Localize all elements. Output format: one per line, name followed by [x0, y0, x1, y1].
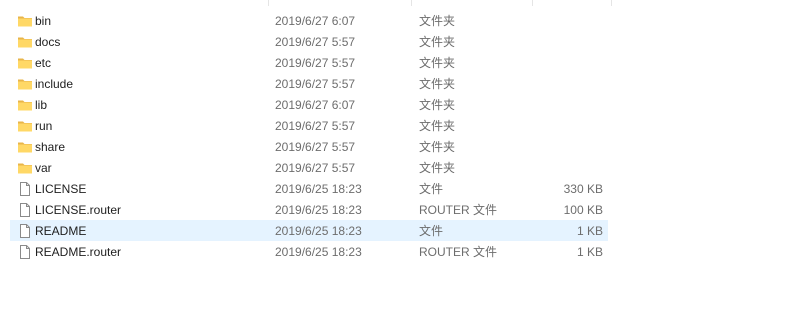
- file-name: LICENSE.router: [35, 203, 122, 217]
- file-modified-date: 2019/6/27 5:57: [275, 77, 356, 91]
- folder-icon: [17, 139, 33, 155]
- file-size: 1 KB: [576, 224, 603, 238]
- file-type: 文件: [419, 182, 444, 196]
- file-icon: [17, 244, 33, 260]
- file-name: etc: [35, 56, 52, 70]
- file-icon: [17, 181, 33, 197]
- file-size: 1 KB: [576, 245, 603, 259]
- file-size: 100 KB: [563, 203, 603, 217]
- folder-icon: [17, 118, 33, 134]
- file-modified-date: 2019/6/25 18:23: [275, 203, 362, 217]
- column-divider[interactable]: [411, 0, 412, 6]
- file-row-var[interactable]: var 2019/6/27 5:57 文件夹: [10, 157, 608, 178]
- file-name: include: [35, 77, 74, 91]
- file-type: 文件夹: [419, 35, 456, 49]
- file-row-license[interactable]: LICENSE 2019/6/25 18:23 文件 330 KB: [10, 178, 608, 199]
- file-name: share: [35, 140, 66, 154]
- file-size: 330 KB: [563, 182, 603, 196]
- file-icon: [17, 202, 33, 218]
- file-row-readme[interactable]: README 2019/6/25 18:23 文件 1 KB: [10, 220, 608, 241]
- file-name: var: [35, 161, 52, 175]
- file-row-etc[interactable]: etc 2019/6/27 5:57 文件夹: [10, 52, 608, 73]
- file-name: README.router: [35, 245, 122, 259]
- file-row-docs[interactable]: docs 2019/6/27 5:57 文件夹: [10, 31, 608, 52]
- file-modified-date: 2019/6/27 5:57: [275, 56, 356, 70]
- file-modified-date: 2019/6/25 18:23: [275, 224, 362, 238]
- file-name: LICENSE: [35, 182, 87, 196]
- file-type: 文件夹: [419, 140, 456, 154]
- file-row-license-router[interactable]: LICENSE.router 2019/6/25 18:23 ROUTER 文件…: [10, 199, 608, 220]
- file-type: 文件夹: [419, 77, 456, 91]
- folder-icon: [17, 13, 33, 29]
- folder-icon: [17, 34, 33, 50]
- file-modified-date: 2019/6/27 5:57: [275, 119, 356, 133]
- file-name: bin: [35, 14, 52, 28]
- file-type: 文件: [419, 224, 444, 238]
- file-type: 文件夹: [419, 56, 456, 70]
- file-row-share[interactable]: share 2019/6/27 5:57 文件夹: [10, 136, 608, 157]
- file-type: 文件夹: [419, 161, 456, 175]
- file-list: bin 2019/6/27 6:07 文件夹 docs 2019/6/27 5:…: [0, 0, 800, 321]
- folder-icon: [17, 55, 33, 71]
- file-type: 文件夹: [419, 14, 456, 28]
- folder-icon: [17, 97, 33, 113]
- file-row-bin[interactable]: bin 2019/6/27 6:07 文件夹: [10, 10, 608, 31]
- file-modified-date: 2019/6/27 5:57: [275, 161, 356, 175]
- folder-icon: [17, 76, 33, 92]
- file-row-run[interactable]: run 2019/6/27 5:57 文件夹: [10, 115, 608, 136]
- file-modified-date: 2019/6/25 18:23: [275, 182, 362, 196]
- file-type: 文件夹: [419, 119, 456, 133]
- file-icon: [17, 223, 33, 239]
- file-modified-date: 2019/6/27 6:07: [275, 98, 356, 112]
- file-name: lib: [35, 98, 48, 112]
- file-modified-date: 2019/6/25 18:23: [275, 245, 362, 259]
- file-row-lib[interactable]: lib 2019/6/27 6:07 文件夹: [10, 94, 608, 115]
- column-divider[interactable]: [611, 0, 612, 6]
- file-name: README: [35, 224, 87, 238]
- file-name: docs: [35, 35, 61, 49]
- column-divider[interactable]: [268, 0, 269, 6]
- folder-icon: [17, 160, 33, 176]
- file-modified-date: 2019/6/27 6:07: [275, 14, 356, 28]
- file-row-readme-router[interactable]: README.router 2019/6/25 18:23 ROUTER 文件 …: [10, 241, 608, 262]
- file-name: run: [35, 119, 53, 133]
- file-modified-date: 2019/6/27 5:57: [275, 35, 356, 49]
- file-row-include[interactable]: include 2019/6/27 5:57 文件夹: [10, 73, 608, 94]
- file-type: ROUTER 文件: [419, 203, 498, 217]
- file-type: ROUTER 文件: [419, 245, 498, 259]
- file-type: 文件夹: [419, 98, 456, 112]
- file-modified-date: 2019/6/27 5:57: [275, 140, 356, 154]
- column-divider[interactable]: [532, 0, 533, 6]
